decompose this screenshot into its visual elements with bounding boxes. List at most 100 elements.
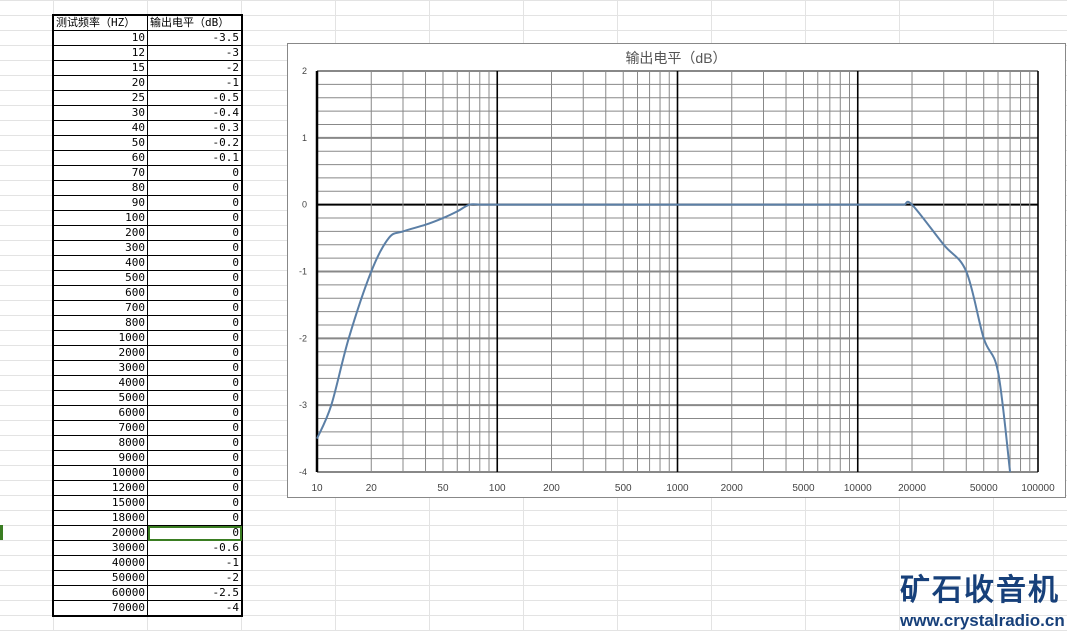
frequency-cell[interactable]: 15 xyxy=(53,61,148,76)
level-cell[interactable]: 0 xyxy=(148,451,243,466)
x-tick-label: 100 xyxy=(489,483,506,494)
frequency-cell[interactable]: 10000 xyxy=(53,466,148,481)
frequency-cell[interactable]: 7000 xyxy=(53,421,148,436)
level-cell[interactable]: 0 xyxy=(148,166,243,181)
frequency-cell[interactable]: 12000 xyxy=(53,481,148,496)
level-cell[interactable]: 0 xyxy=(148,361,243,376)
level-cell[interactable]: -0.3 xyxy=(148,121,243,136)
level-cell[interactable]: -2.5 xyxy=(148,586,243,601)
frequency-cell[interactable]: 3000 xyxy=(53,361,148,376)
level-cell[interactable]: -4 xyxy=(148,601,243,617)
level-cell[interactable]: 0 xyxy=(148,346,243,361)
x-tick-label: 50 xyxy=(437,483,449,494)
frequency-cell[interactable]: 18000 xyxy=(53,511,148,526)
level-cell[interactable]: -0.6 xyxy=(148,541,243,556)
level-cell[interactable]: -3.5 xyxy=(148,31,243,46)
table-row: 5000 xyxy=(53,271,242,286)
data-table: 测试频率（HZ）输出电平（dB）10-3.512-315-220-125-0.5… xyxy=(52,14,243,617)
chart-title: 输出电平（dB） xyxy=(625,50,726,66)
frequency-cell[interactable]: 70 xyxy=(53,166,148,181)
x-tick-label: 1000 xyxy=(666,483,689,494)
table-row: 50000 xyxy=(53,391,242,406)
level-cell[interactable]: 0 xyxy=(148,331,243,346)
chart[interactable]: 输出电平（dB）210-1-2-3-4102050100200500100020… xyxy=(287,43,1066,498)
level-cell[interactable]: 0 xyxy=(148,226,243,241)
frequency-cell[interactable]: 500 xyxy=(53,271,148,286)
frequency-cell[interactable]: 40000 xyxy=(53,556,148,571)
level-cell[interactable]: -1 xyxy=(148,76,243,91)
table-row: 200000 xyxy=(53,526,242,541)
level-cell[interactable]: 0 xyxy=(148,421,243,436)
frequency-cell[interactable]: 20 xyxy=(53,76,148,91)
header-cell[interactable]: 输出电平（dB） xyxy=(148,15,243,31)
level-cell[interactable]: 0 xyxy=(148,496,243,511)
level-cell[interactable]: 0 xyxy=(148,481,243,496)
level-cell[interactable]: -0.4 xyxy=(148,106,243,121)
level-cell[interactable]: 0 xyxy=(148,256,243,271)
x-tick-label: 10000 xyxy=(844,483,872,494)
level-cell[interactable]: 0 xyxy=(148,466,243,481)
level-cell[interactable]: 0 xyxy=(148,511,243,526)
frequency-cell[interactable]: 1000 xyxy=(53,331,148,346)
level-cell[interactable]: 0 xyxy=(148,241,243,256)
frequency-cell[interactable]: 70000 xyxy=(53,601,148,617)
level-cell[interactable]: 0 xyxy=(148,196,243,211)
level-cell[interactable]: -0.5 xyxy=(148,91,243,106)
frequency-cell[interactable]: 40 xyxy=(53,121,148,136)
frequency-cell[interactable]: 2000 xyxy=(53,346,148,361)
table-row: 4000 xyxy=(53,256,242,271)
table-row: 1000 xyxy=(53,211,242,226)
frequency-cell[interactable]: 30 xyxy=(53,106,148,121)
frequency-cell[interactable]: 50000 xyxy=(53,571,148,586)
level-cell[interactable]: 0 xyxy=(148,376,243,391)
frequency-cell[interactable]: 400 xyxy=(53,256,148,271)
level-cell[interactable]: 0 xyxy=(148,436,243,451)
table-row: 60000 xyxy=(53,406,242,421)
table-row: 6000 xyxy=(53,286,242,301)
level-cell[interactable]: 0 xyxy=(148,211,243,226)
level-cell[interactable]: 0 xyxy=(148,181,243,196)
table-row: 120000 xyxy=(53,481,242,496)
level-cell[interactable]: -2 xyxy=(148,61,243,76)
level-cell[interactable]: 0 xyxy=(148,301,243,316)
frequency-cell[interactable]: 12 xyxy=(53,46,148,61)
frequency-cell[interactable]: 800 xyxy=(53,316,148,331)
y-tick-label: -2 xyxy=(299,333,307,343)
level-cell[interactable]: -0.2 xyxy=(148,136,243,151)
frequency-cell[interactable]: 20000 xyxy=(53,526,148,541)
frequency-cell[interactable]: 15000 xyxy=(53,496,148,511)
frequency-cell[interactable]: 9000 xyxy=(53,451,148,466)
table-row: 70000 xyxy=(53,421,242,436)
frequency-cell[interactable]: 300 xyxy=(53,241,148,256)
frequency-cell[interactable]: 10 xyxy=(53,31,148,46)
level-cell[interactable]: -0.1 xyxy=(148,151,243,166)
header-cell[interactable]: 测试频率（HZ） xyxy=(53,15,148,31)
frequency-cell[interactable]: 30000 xyxy=(53,541,148,556)
level-cell[interactable]: -1 xyxy=(148,556,243,571)
frequency-cell[interactable]: 5000 xyxy=(53,391,148,406)
frequency-cell[interactable]: 600 xyxy=(53,286,148,301)
table-row: 2000 xyxy=(53,226,242,241)
level-cell[interactable]: 0 xyxy=(148,526,243,541)
frequency-cell[interactable]: 80 xyxy=(53,181,148,196)
frequency-cell[interactable]: 4000 xyxy=(53,376,148,391)
frequency-cell[interactable]: 25 xyxy=(53,91,148,106)
level-cell[interactable]: 0 xyxy=(148,271,243,286)
level-cell[interactable]: 0 xyxy=(148,391,243,406)
frequency-cell[interactable]: 8000 xyxy=(53,436,148,451)
frequency-cell[interactable]: 60 xyxy=(53,151,148,166)
row-selection-marker xyxy=(0,525,3,540)
level-cell[interactable]: 0 xyxy=(148,406,243,421)
level-cell[interactable]: 0 xyxy=(148,286,243,301)
table-row: 800 xyxy=(53,181,242,196)
frequency-cell[interactable]: 100 xyxy=(53,211,148,226)
frequency-cell[interactable]: 90 xyxy=(53,196,148,211)
frequency-cell[interactable]: 200 xyxy=(53,226,148,241)
level-cell[interactable]: -2 xyxy=(148,571,243,586)
frequency-cell[interactable]: 50 xyxy=(53,136,148,151)
level-cell[interactable]: -3 xyxy=(148,46,243,61)
frequency-cell[interactable]: 700 xyxy=(53,301,148,316)
frequency-cell[interactable]: 6000 xyxy=(53,406,148,421)
frequency-cell[interactable]: 60000 xyxy=(53,586,148,601)
level-cell[interactable]: 0 xyxy=(148,316,243,331)
